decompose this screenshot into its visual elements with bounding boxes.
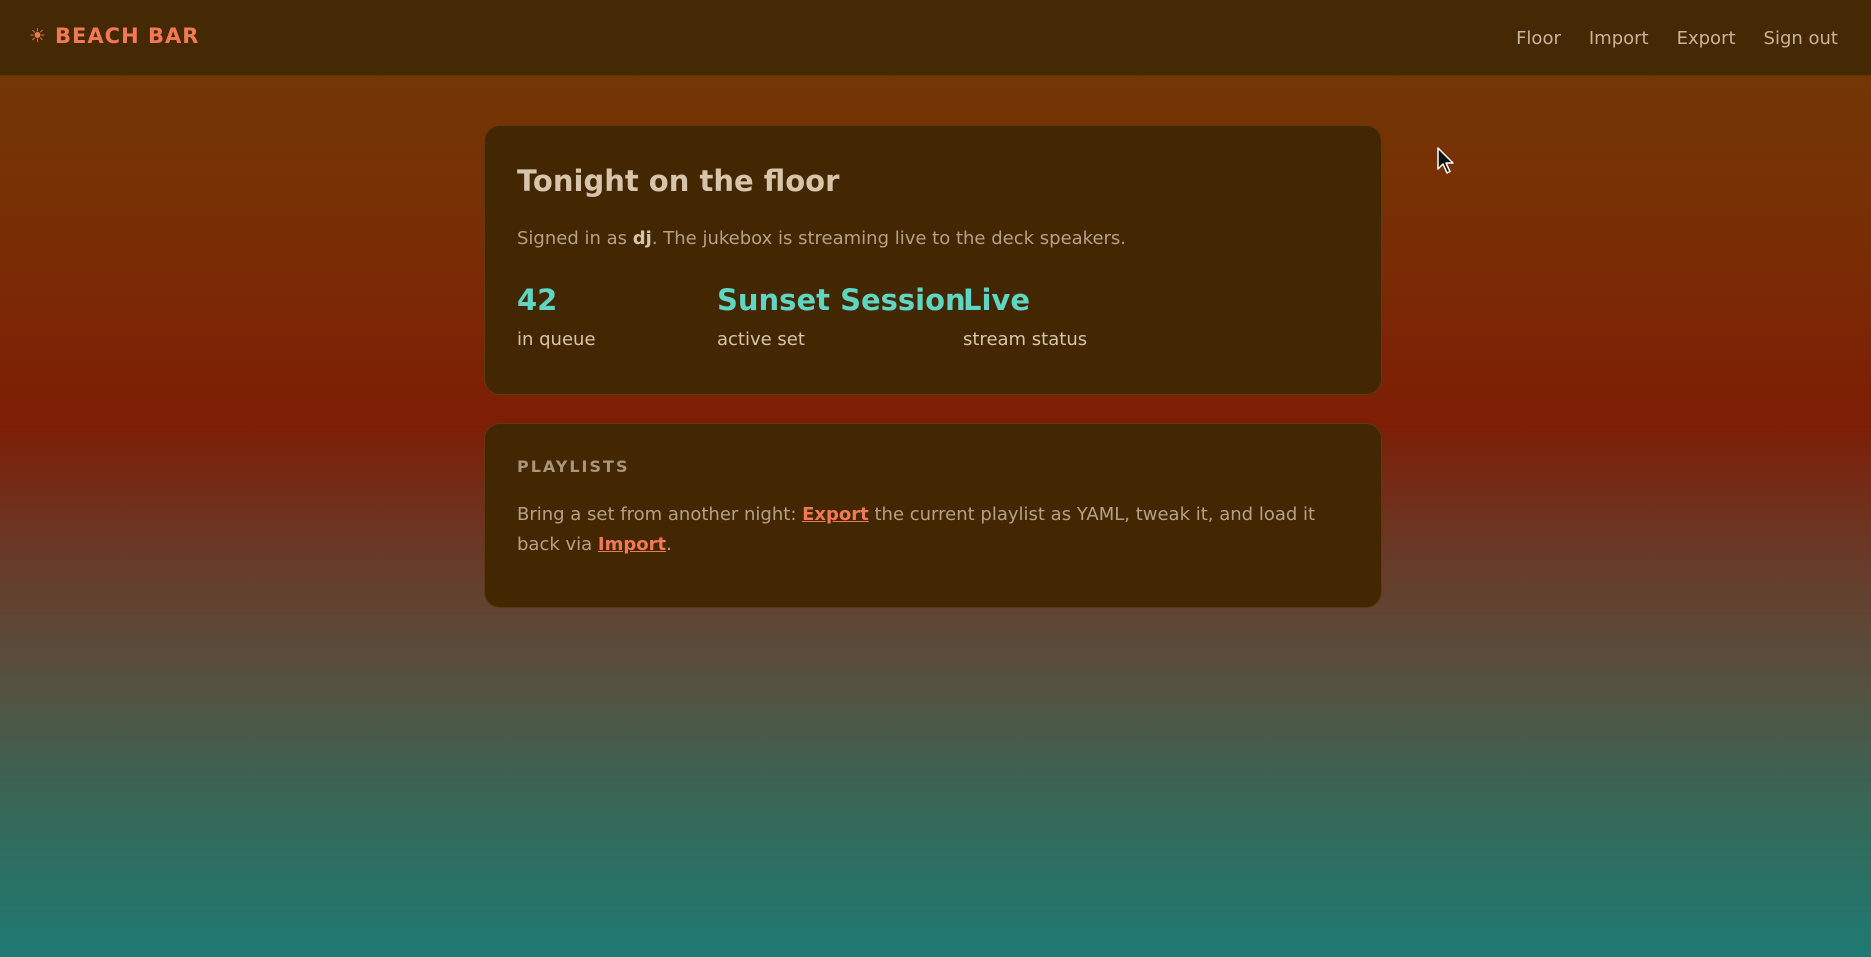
nav-export-link[interactable]: Export xyxy=(1677,28,1736,49)
stat-active-set-label: active set xyxy=(717,329,805,350)
playlists-text-1: Bring a set from another night: xyxy=(517,504,803,525)
nav-sign-out-link[interactable]: Sign out xyxy=(1764,28,1838,49)
export-link[interactable]: Export xyxy=(802,504,869,525)
top-bar: ☀ BEACH BAR Floor Import Export Sign out xyxy=(0,0,1871,76)
playlists-heading: PLAYLISTS xyxy=(517,457,630,476)
playlists-card: PLAYLISTS Bring a set from another night… xyxy=(484,423,1382,608)
stat-stream-status-label: stream status xyxy=(963,329,1088,350)
brand-logo[interactable]: ☀ BEACH BAR xyxy=(29,24,199,48)
signed-in-prefix: Signed in as xyxy=(517,228,633,249)
mouse-cursor-icon xyxy=(1437,147,1454,174)
page-title: Tonight on the floor xyxy=(517,164,840,198)
nav-floor-link[interactable]: Floor xyxy=(1516,28,1561,49)
signed-in-suffix: . The jukebox is streaming live to the d… xyxy=(651,228,1127,249)
stat-active-set-value: Sunset Session xyxy=(717,283,966,317)
stat-queue-label: in queue xyxy=(517,329,596,350)
nav-import-link[interactable]: Import xyxy=(1589,28,1649,49)
playlists-text-3: . xyxy=(666,534,672,555)
brand-name: BEACH BAR xyxy=(55,24,200,48)
signed-in-text: Signed in as dj. The jukebox is streamin… xyxy=(517,228,1126,249)
import-link[interactable]: Import xyxy=(598,534,666,555)
stat-stream-status-value: Live xyxy=(963,283,1030,317)
stat-queue: 42 in queue xyxy=(517,283,596,351)
stat-queue-value: 42 xyxy=(517,283,558,317)
playlists-description: Bring a set from another night: Export t… xyxy=(517,500,1347,560)
sun-icon: ☀ xyxy=(29,25,48,47)
username: dj xyxy=(632,228,652,249)
stat-active-set: Sunset Session active set xyxy=(717,283,966,351)
stat-stream-status: Live stream status xyxy=(963,283,1088,351)
floor-summary-card: Tonight on the floor Signed in as dj. Th… xyxy=(484,125,1382,395)
main-nav: Floor Import Export Sign out xyxy=(1516,28,1838,49)
